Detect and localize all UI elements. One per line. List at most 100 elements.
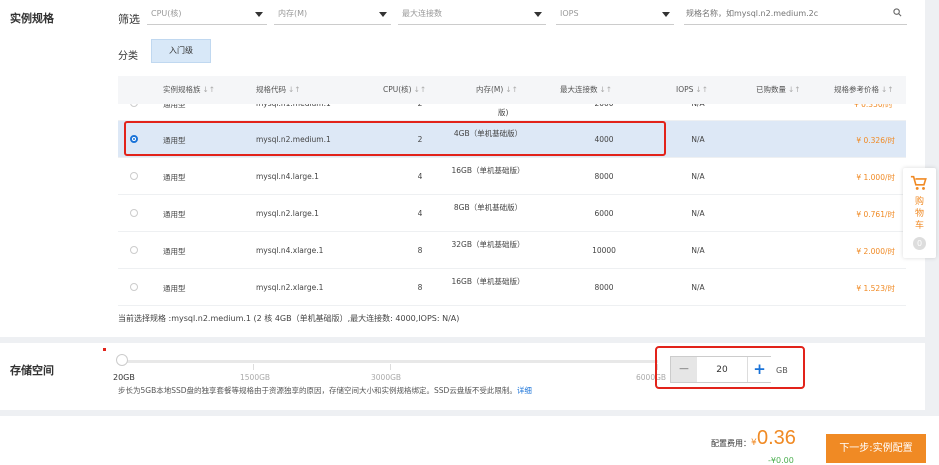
row-price: ¥ 1.000/时	[856, 173, 895, 182]
col-header-text: 规格参考价格	[834, 85, 879, 94]
sort-icon: ↓↑	[288, 85, 301, 94]
row-iops: N/A	[691, 209, 705, 218]
memory-filter-select[interactable]: 内存(M)	[274, 3, 391, 25]
row-cpu: 2	[417, 135, 423, 144]
row-memory: 8GB（单机基础版）	[453, 203, 523, 212]
spec-section-label: 实例规格	[10, 12, 54, 25]
table-row[interactable]: 通用型 mysql.n4.large.1 4 16GB（单机基础版） 8000 N/A ¥ …	[118, 158, 906, 195]
sort-icon: ↓↑	[695, 85, 708, 94]
footer-bar	[0, 416, 939, 465]
fee-discount: -¥0.00	[768, 456, 794, 465]
row-connections: 8000	[594, 172, 614, 181]
table-row[interactable]: 通用型 mysql.n4.xlarge.1 8 32GB（单机基础版） 10000 N/A…	[118, 232, 906, 269]
slider-tick	[657, 364, 658, 370]
sort-icon: ↓↑	[881, 85, 894, 94]
row-iops: N/A	[691, 135, 705, 144]
spec-panel: 实例规格 筛选 CPU(核) 内存(M) 最大连接数 IOPS 分类 入门级 实…	[0, 0, 925, 337]
row-connections: 4000	[594, 135, 614, 144]
table-row[interactable]: 通用型 mysql.n2.medium.1 2 4GB（单机基础版） 4000 N/A ¥ …	[118, 121, 906, 158]
cart-label-char: 物	[914, 209, 924, 219]
col-header-code[interactable]: 规格代码 ↓↑	[256, 76, 301, 104]
storage-size-input[interactable]	[697, 357, 747, 382]
search-icon[interactable]	[893, 8, 902, 17]
iops-filter-select[interactable]: IOPS	[556, 3, 674, 25]
row-price: ¥ 1.523/时	[856, 284, 895, 293]
col-header-cpu[interactable]: CPU(核) ↓↑	[383, 76, 426, 104]
row-memory: 16GB（单机基础版）	[451, 166, 525, 175]
slider-tick-label: 3000GB	[371, 373, 402, 382]
col-header-connections[interactable]: 最大连接数 ↓↑	[560, 76, 612, 104]
chevron-down-icon	[534, 12, 542, 17]
spec-search-input[interactable]	[684, 3, 907, 25]
row-family: 通用型	[163, 136, 186, 145]
chevron-down-icon	[255, 12, 263, 17]
connections-filter-select[interactable]: 最大连接数	[398, 3, 546, 25]
row-radio[interactable]	[130, 283, 138, 291]
row-cpu: 4	[417, 209, 423, 218]
row-family: 通用型	[163, 210, 186, 219]
sort-icon: ↓↑	[413, 85, 427, 94]
cart-icon	[910, 175, 927, 190]
connections-filter-placeholder: 最大连接数	[402, 9, 442, 18]
col-header-memory[interactable]: 内存(M) ↓↑	[476, 76, 518, 104]
table-row[interactable]: 通用型 mysql.n2.large.1 4 8GB（单机基础版） 6000 N/A ¥ 0…	[118, 195, 906, 232]
sort-icon: ↓↑	[788, 85, 801, 94]
fee-amount: 0.36	[757, 427, 796, 449]
slider-tick-label: 1500GB	[240, 373, 271, 382]
cart-label: 购物车	[903, 196, 936, 232]
storage-panel: 存储空间	[0, 343, 925, 410]
storage-slider-track[interactable]	[118, 360, 658, 363]
page: 实例规格 筛选 CPU(核) 内存(M) 最大连接数 IOPS 分类 入门级 实…	[0, 0, 939, 465]
cpu-filter-select[interactable]: CPU(核)	[147, 3, 267, 25]
row-memory: 版)	[498, 108, 509, 117]
row-radio[interactable]	[130, 135, 138, 143]
storage-slider-handle[interactable]	[116, 354, 128, 366]
current-selection-text: 当前选择规格 :mysql.n2.medium.1 (2 核 4GB（单机基础版…	[118, 314, 460, 323]
row-cpu: 8	[417, 246, 423, 255]
row-code: mysql.n2.xlarge.1	[256, 283, 324, 292]
chevron-down-icon	[379, 12, 387, 17]
col-header-iops[interactable]: IOPS ↓↑	[676, 76, 708, 104]
storage-note-text: 步长为5GB本地SSD盘的独享套餐等规格由于资源独享的原因，存储空间大小和实例规…	[118, 386, 517, 395]
row-price: ¥ 2.000/时	[856, 247, 895, 256]
col-header-price[interactable]: 规格参考价格 ↓↑	[834, 76, 894, 104]
row-memory: 16GB（单机基础版）	[451, 277, 525, 286]
row-iops: N/A	[691, 283, 705, 292]
storage-detail-link[interactable]: 详细	[517, 386, 532, 395]
iops-filter-placeholder: IOPS	[560, 9, 579, 18]
chevron-down-icon	[662, 12, 670, 17]
row-price: ¥ 0.326/时	[856, 136, 895, 145]
row-family: 通用型	[163, 247, 186, 256]
storage-stepper: − +	[670, 356, 771, 383]
table-row[interactable]: 通用型 mysql.n2.xlarge.1 8 16GB（单机基础版） 8000 N/A ¥…	[118, 269, 906, 306]
cart-label-char: 购	[914, 197, 924, 207]
col-header-text: 内存(M)	[476, 85, 504, 94]
filter-label: 筛选	[118, 13, 140, 26]
category-entry-level-button[interactable]: 入门级	[151, 39, 211, 63]
col-header-text: 实例规格族	[163, 85, 201, 94]
row-family: 通用型	[163, 284, 186, 293]
sort-icon: ↓↑	[202, 85, 216, 94]
col-header-text: IOPS	[676, 85, 694, 94]
cart-count-badge: 0	[913, 237, 926, 250]
col-header-family[interactable]: 实例规格族 ↓↑	[163, 76, 215, 104]
increment-button[interactable]: +	[747, 357, 771, 382]
row-code: mysql.n2.large.1	[256, 209, 319, 218]
row-memory: 4GB（单机基础版）	[453, 129, 523, 138]
shopping-cart-widget[interactable]: 购物车 0	[903, 168, 936, 258]
row-radio[interactable]	[130, 172, 138, 180]
row-iops: N/A	[691, 172, 705, 181]
required-marker	[103, 348, 106, 351]
row-connections: 10000	[592, 246, 616, 255]
next-step-button[interactable]: 下一步:实例配置	[826, 434, 926, 463]
col-header-purchased[interactable]: 已购数量 ↓↑	[756, 76, 801, 104]
row-connections: 6000	[594, 209, 614, 218]
col-header-text: 规格代码	[256, 85, 286, 94]
slider-tick	[390, 364, 391, 370]
col-header-text: 最大连接数	[560, 85, 598, 94]
decrement-button[interactable]: −	[671, 357, 697, 382]
slider-tick-label: 6000GB	[636, 373, 667, 382]
row-radio[interactable]	[130, 209, 138, 217]
table-header: 实例规格族 ↓↑ 规格代码 ↓↑ CPU(核) ↓↑ 内存(M) ↓↑ 最大连接数 ↓↑ …	[118, 76, 906, 104]
row-radio[interactable]	[130, 246, 138, 254]
